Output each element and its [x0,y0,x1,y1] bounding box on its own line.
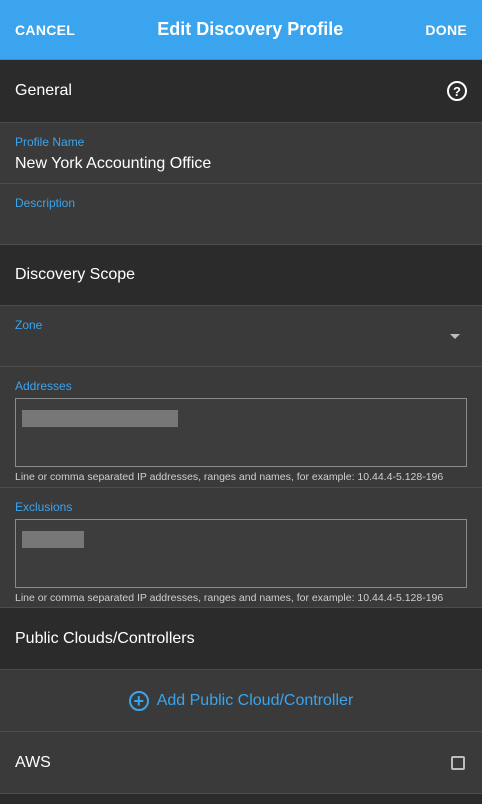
profile-name-label: Profile Name [15,135,85,149]
description-label: Description [15,196,76,210]
addresses-hint: Line or comma separated IP addresses, ra… [15,471,444,483]
aws-checkbox[interactable] [451,755,465,770]
exclusions-field: Exclusions Line or comma separated IP ad… [0,488,482,608]
top-app-bar: CANCEL Edit Discovery Profile DONE [0,0,482,60]
exclusions-textarea[interactable] [15,519,467,588]
page-title: Edit Discovery Profile [157,19,344,39]
chevron-down-icon[interactable] [450,334,460,339]
exclusions-label: Exclusions [15,500,73,514]
section-general: General ? [0,60,482,123]
aws-label: AWS [15,753,51,771]
description-field[interactable]: Description [0,184,482,245]
redacted-text [22,531,84,548]
section-public-clouds-label: Public Clouds/Controllers [15,629,195,647]
addresses-field: Addresses Line or comma separated IP add… [0,367,482,488]
cancel-button[interactable]: CANCEL [15,22,75,38]
aws-row[interactable]: AWS [0,732,482,794]
zone-dropdown[interactable]: Zone [0,306,482,367]
section-discovery-scope-label: Discovery Scope [15,266,136,283]
add-circle-icon: + [128,690,149,711]
section-general-label: General [15,82,72,99]
addresses-label: Addresses [15,379,72,393]
done-button[interactable]: DONE [425,22,467,38]
exclusions-hint: Line or comma separated IP addresses, ra… [15,592,444,604]
help-icon[interactable]: ? [447,81,467,101]
profile-name-field[interactable]: Profile Name New York Accounting Office [0,123,482,184]
addresses-textarea[interactable] [15,398,467,467]
next-section-edge [0,794,482,804]
profile-name-input[interactable]: New York Accounting Office [15,155,467,173]
section-discovery-scope: Discovery Scope [0,245,482,306]
zone-label: Zone [15,318,43,332]
add-public-cloud-label: Add Public Cloud/Controller [156,691,354,709]
redacted-text [22,410,178,427]
add-public-cloud-button[interactable]: + Add Public Cloud/Controller [0,670,482,732]
section-public-clouds: Public Clouds/Controllers [0,608,482,670]
